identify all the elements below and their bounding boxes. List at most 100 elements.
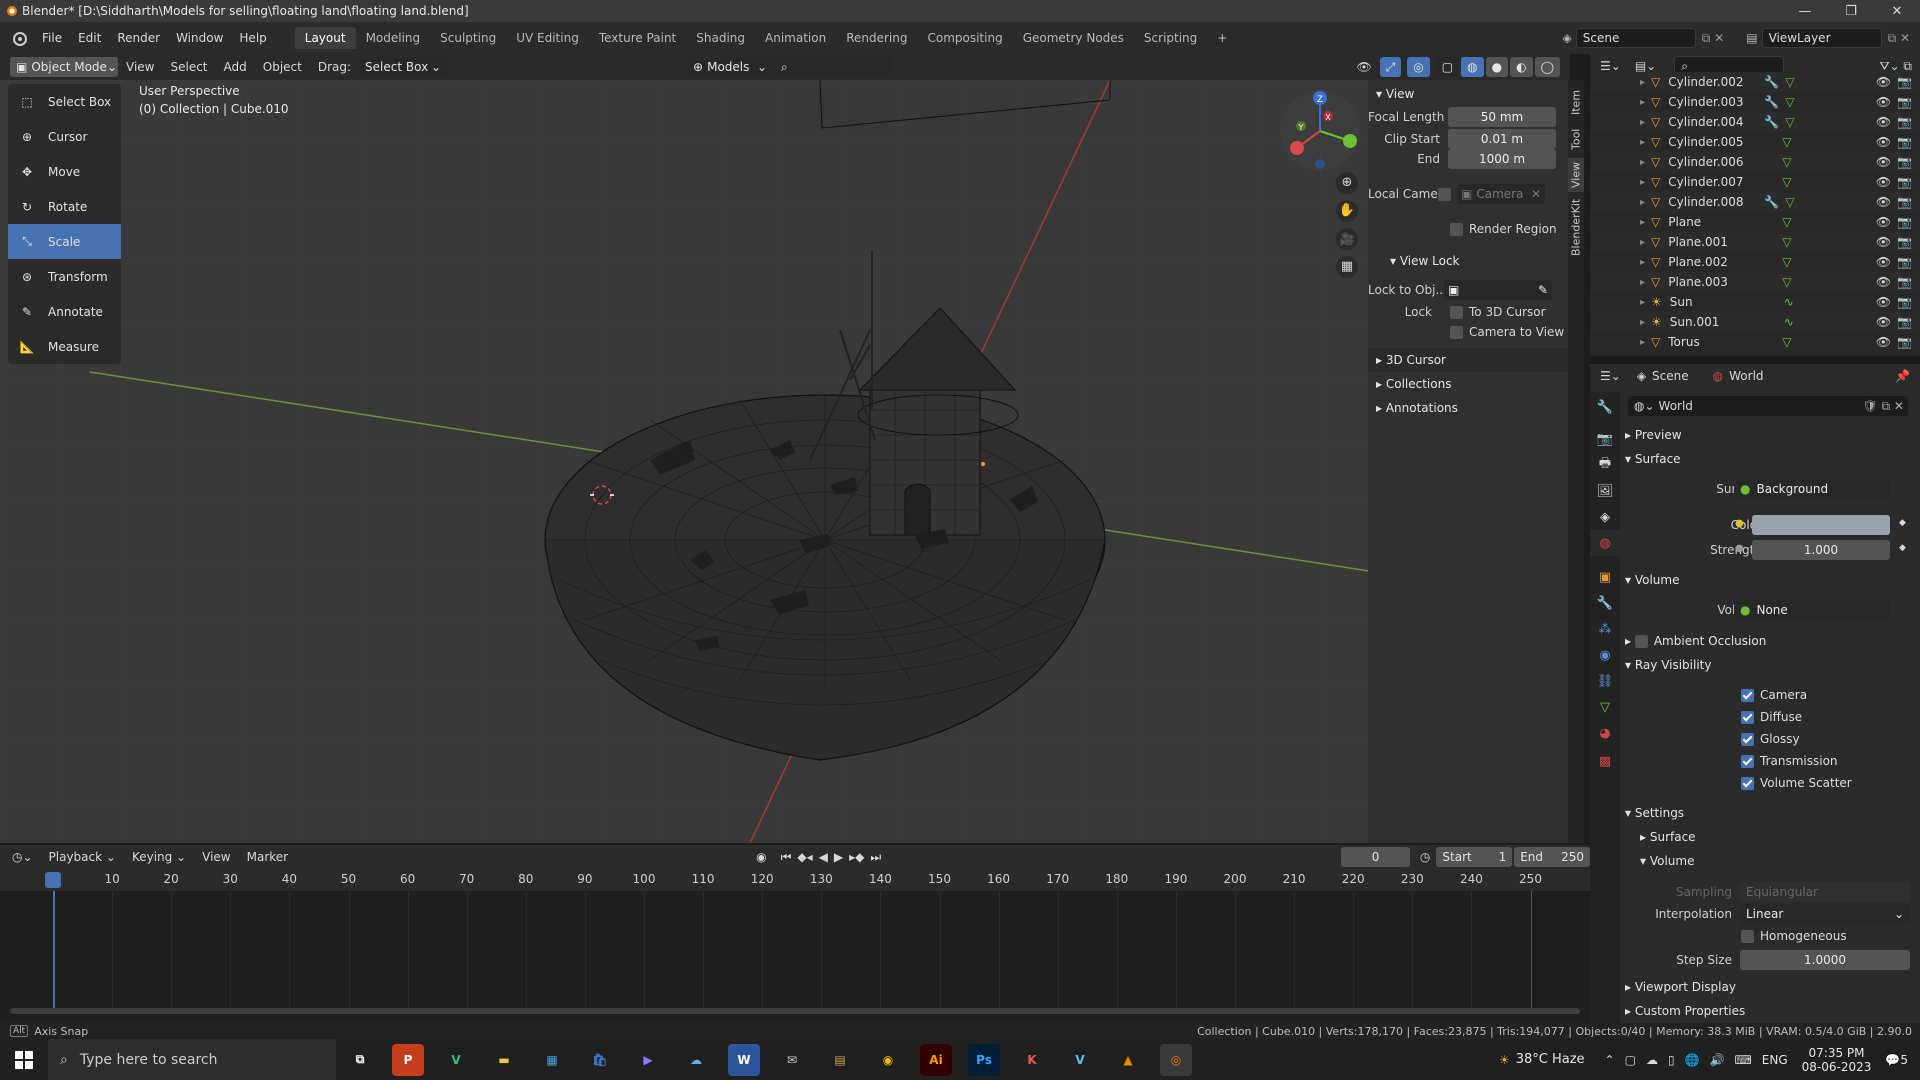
- render-camera-icon[interactable]: 📷: [1897, 295, 1912, 309]
- render-camera-icon[interactable]: 📷: [1897, 275, 1912, 289]
- visibility-eye-icon[interactable]: 👁: [1876, 275, 1891, 289]
- viewport-display-section[interactable]: ▸ Viewport Display: [1625, 980, 1915, 994]
- viewport-menu-object[interactable]: Object: [255, 60, 310, 74]
- constraints-tab-icon[interactable]: ⛓: [1590, 668, 1620, 694]
- mesh-data-icon[interactable]: ▽: [1782, 275, 1791, 289]
- tab-texture-paint[interactable]: Texture Paint: [589, 27, 686, 49]
- outliner-item[interactable]: ▸ ▽ Plane ▽ 👁 📷: [1590, 212, 1920, 232]
- outliner-editor-icon[interactable]: ☰⌄: [1600, 59, 1621, 73]
- render-camera-icon[interactable]: 📷: [1897, 95, 1912, 109]
- preview-section[interactable]: ▸ Preview: [1625, 428, 1915, 442]
- expand-arrow-icon[interactable]: ▸: [1640, 297, 1645, 308]
- 3d-viewport[interactable]: User Perspective (0) Collection | Cube.0…: [0, 80, 1570, 843]
- strength-field[interactable]: 1.000: [1752, 540, 1890, 560]
- jump-end-icon[interactable]: ⏭: [870, 850, 881, 865]
- vue-icon[interactable]: V: [440, 1044, 472, 1076]
- expand-arrow-icon[interactable]: ▸: [1640, 77, 1645, 88]
- expand-arrow-icon[interactable]: ▸: [1640, 217, 1645, 228]
- particles-tab-icon[interactable]: ⁂: [1590, 616, 1620, 642]
- tab-blenderkit[interactable]: BlenderKit: [1568, 196, 1584, 258]
- physics-tab-icon[interactable]: ◉: [1590, 642, 1620, 668]
- surface-shader-field[interactable]: ● Background: [1734, 479, 1890, 499]
- visibility-eye-icon[interactable]: 👁: [1876, 335, 1891, 349]
- expand-arrow-icon[interactable]: ▸: [1640, 337, 1645, 348]
- outliner-item-name[interactable]: Sun: [1670, 295, 1760, 309]
- calculator-icon[interactable]: ▦: [536, 1044, 568, 1076]
- expand-arrow-icon[interactable]: ▸: [1640, 277, 1645, 288]
- breadcrumb-world[interactable]: World: [1729, 369, 1763, 383]
- world-datablock-selector[interactable]: ◍⌄ World 🛡 ⧉ ✕: [1628, 396, 1908, 416]
- play-icon[interactable]: ▶: [834, 850, 843, 864]
- tool-select-box[interactable]: ⬚ Select Box: [8, 84, 121, 119]
- render-camera-icon[interactable]: 📷: [1897, 335, 1912, 349]
- tab-item[interactable]: Item: [1568, 84, 1584, 120]
- ray-glossy-checkbox[interactable]: [1741, 732, 1754, 746]
- outliner-item[interactable]: ▸ ▽ Plane.001 ▽ 👁 📷: [1590, 232, 1920, 252]
- blender-taskbar-icon[interactable]: ◎: [1160, 1043, 1192, 1076]
- tool-move[interactable]: ✥ Move: [8, 154, 121, 189]
- jump-start-icon[interactable]: ⏮: [781, 850, 792, 865]
- outliner-item[interactable]: ▸ ▽ Plane.002 ▽ 👁 📷: [1590, 252, 1920, 272]
- outliner-item-name[interactable]: Cylinder.008: [1668, 195, 1758, 209]
- mesh-data-icon[interactable]: ▽: [1785, 115, 1794, 129]
- visibility-eye-icon[interactable]: 👁: [1876, 235, 1891, 249]
- overlay-toggle-icon[interactable]: ◎: [1407, 57, 1430, 77]
- visibility-eye-icon[interactable]: 👁: [1876, 195, 1891, 209]
- visibility-eye-icon[interactable]: 👁: [1876, 175, 1891, 189]
- camera-to-view-checkbox[interactable]: [1450, 325, 1463, 339]
- camera-view-icon[interactable]: 🎥: [1336, 228, 1358, 250]
- task-view-icon[interactable]: ⧉: [344, 1044, 376, 1076]
- mesh-data-icon[interactable]: ▽: [1782, 215, 1791, 229]
- media-player-icon[interactable]: ▶: [632, 1044, 664, 1076]
- view-lock-header[interactable]: ▾ View Lock: [1390, 254, 1460, 268]
- menu-window[interactable]: Window: [168, 31, 231, 45]
- homogeneous-checkbox[interactable]: [1741, 929, 1754, 943]
- render-camera-icon[interactable]: 📷: [1897, 235, 1912, 249]
- volume-shader-field[interactable]: ● None: [1734, 600, 1890, 620]
- collections-section[interactable]: ▸ Collections: [1376, 377, 1451, 391]
- tool-settings-tab-icon[interactable]: 🔧: [1590, 394, 1620, 420]
- object-tab-icon[interactable]: ▣: [1590, 564, 1620, 590]
- keyframe-dot-icon[interactable]: ◆: [1899, 543, 1906, 553]
- render-camera-icon[interactable]: 📷: [1897, 135, 1912, 149]
- ray-camera-checkbox[interactable]: [1741, 688, 1754, 702]
- keyframe-dot-icon[interactable]: ◆: [1899, 518, 1906, 528]
- outliner-item[interactable]: ▸ ▽ Plane.003 ▽ 👁 📷: [1590, 272, 1920, 292]
- render-camera-icon[interactable]: 📷: [1897, 315, 1912, 329]
- outliner-item-name[interactable]: Cylinder.003: [1668, 95, 1758, 109]
- modifier-icon[interactable]: 🔧: [1764, 95, 1779, 109]
- solid-shading-icon[interactable]: ●: [1485, 57, 1509, 77]
- outliner-item-name[interactable]: Torus: [1668, 335, 1758, 349]
- outliner-item-name[interactable]: Plane.002: [1668, 255, 1758, 269]
- viewport-menu-select[interactable]: Select: [162, 60, 215, 74]
- visibility-eye-icon[interactable]: 👁: [1876, 115, 1891, 129]
- tool-cursor[interactable]: ⊕ Cursor: [8, 119, 121, 154]
- ray-diffuse-checkbox[interactable]: [1741, 710, 1754, 724]
- tab-geometry-nodes[interactable]: Geometry Nodes: [1013, 27, 1134, 49]
- render-region-toggle[interactable]: Render Region: [1450, 222, 1557, 236]
- vscode-like-icon[interactable]: V: [1064, 1044, 1096, 1076]
- gizmo-toggle-icon[interactable]: ⤢: [1379, 57, 1402, 77]
- expand-arrow-icon[interactable]: ▸: [1640, 177, 1645, 188]
- outliner-item[interactable]: ▸ ☀ Sun.001 ∿ 👁 📷: [1590, 312, 1920, 332]
- menu-edit[interactable]: Edit: [70, 31, 109, 45]
- tab-sculpting[interactable]: Sculpting: [430, 27, 506, 49]
- visibility-eye-icon[interactable]: 👁: [1876, 215, 1891, 229]
- ray-transmission-checkbox[interactable]: [1741, 754, 1754, 768]
- modifier-icon[interactable]: 🔧: [1764, 195, 1779, 209]
- network-icon[interactable]: 🌐: [1685, 1053, 1700, 1067]
- modifier-tab-icon[interactable]: 🔧: [1590, 590, 1620, 616]
- to-3d-cursor-checkbox[interactable]: [1450, 305, 1463, 319]
- tool-rotate[interactable]: ↻ Rotate: [8, 189, 121, 224]
- volume-section[interactable]: ▾ Volume: [1625, 573, 1915, 587]
- app-k-icon[interactable]: K: [1016, 1044, 1048, 1076]
- chrome-icon[interactable]: ◉: [872, 1044, 904, 1076]
- tool-scale[interactable]: ⤡ Scale: [8, 224, 121, 259]
- mesh-data-icon[interactable]: ▽: [1782, 175, 1791, 189]
- prev-keyframe-icon[interactable]: ◆◂: [797, 850, 812, 864]
- tool-transform[interactable]: ⊛ Transform: [8, 259, 121, 294]
- timeline-ruler[interactable]: 0102030405060708090100110120130140150160…: [0, 869, 1590, 891]
- restore-icon[interactable]: ❐: [1828, 4, 1874, 19]
- timeline-playback-menu[interactable]: Playback ⌄: [41, 850, 124, 864]
- breadcrumb-scene[interactable]: Scene: [1652, 369, 1689, 383]
